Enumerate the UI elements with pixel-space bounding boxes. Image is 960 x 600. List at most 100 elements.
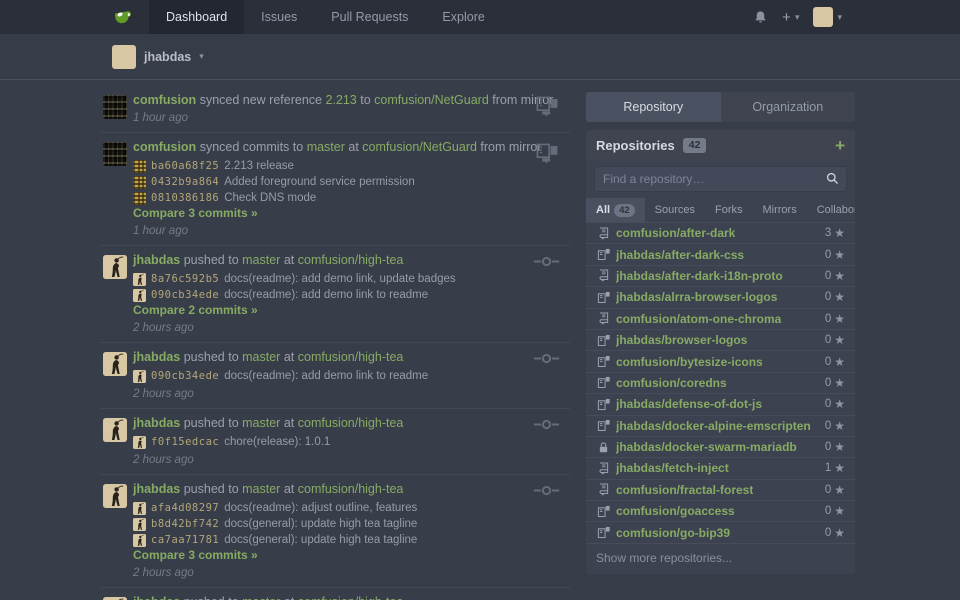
commit-sha-link[interactable]: ca7aa71781 — [151, 534, 219, 546]
fork-icon — [596, 334, 610, 347]
feed-text: at — [284, 253, 294, 267]
repo-star-count[interactable]: 0★ — [825, 312, 845, 326]
repo-star-count[interactable]: 0★ — [825, 504, 845, 518]
actor-link[interactable]: jhabdas — [133, 482, 180, 496]
actor-avatar[interactable] — [103, 484, 127, 508]
ref-link[interactable]: master — [242, 253, 280, 267]
repo-name: comfusion/go-bip39 — [616, 526, 730, 540]
repo-star-count[interactable]: 0★ — [825, 526, 845, 540]
repo-star-count[interactable]: 0★ — [825, 419, 845, 433]
actor-avatar[interactable] — [103, 142, 127, 166]
filter-forks[interactable]: Forks — [705, 198, 753, 222]
repo-row[interactable]: comfusion/goaccess0★ — [586, 500, 855, 521]
star-count: 0 — [825, 377, 831, 389]
repo-row[interactable]: jhabdas/after-dark-css0★ — [586, 243, 855, 264]
actor-avatar[interactable] — [103, 95, 127, 119]
commit-sha-link[interactable]: afa4d08297 — [151, 502, 219, 514]
repo-row[interactable]: comfusion/fractal-forest0★ — [586, 479, 855, 500]
commit-sha-link[interactable]: 0432b9a864 — [151, 176, 219, 188]
actor-link[interactable]: comfusion — [133, 93, 196, 107]
create-new-dropdown[interactable]: + ▾ — [782, 10, 799, 25]
filter-all[interactable]: All42 — [586, 198, 645, 222]
repo-star-count[interactable]: 0★ — [825, 440, 845, 454]
filter-sources[interactable]: Sources — [645, 198, 705, 222]
ref-link[interactable]: master — [242, 350, 280, 364]
repo-star-count[interactable]: 0★ — [825, 355, 845, 369]
ref-link[interactable]: comfusion/high-tea — [298, 416, 404, 430]
repo-row[interactable]: comfusion/atom-one-chroma0★ — [586, 308, 855, 329]
repo-star-count[interactable]: 0★ — [825, 376, 845, 390]
repo-row[interactable]: jhabdas/browser-logos0★ — [586, 329, 855, 350]
filter-collaborative[interactable]: Collaborative — [807, 198, 855, 222]
commit-sha-link[interactable]: ba60a68f25 — [151, 160, 219, 172]
add-repository-button[interactable]: + — [835, 137, 845, 154]
repo-star-count[interactable]: 0★ — [825, 483, 845, 497]
commit-sha-link[interactable]: f0f15edcac — [151, 436, 219, 448]
actor-avatar[interactable] — [103, 418, 127, 442]
repo-icon — [596, 269, 610, 282]
ref-link[interactable]: master — [242, 482, 280, 496]
tab-repository[interactable]: Repository — [586, 92, 721, 122]
context-switcher[interactable]: jhabdas ▾ — [112, 45, 204, 69]
actor-link[interactable]: jhabdas — [133, 595, 180, 600]
filter-count-badge: 42 — [614, 204, 635, 217]
repo-star-count[interactable]: 3★ — [825, 226, 845, 240]
ref-link[interactable]: 2.213 — [325, 93, 356, 107]
compare-commits-link[interactable]: Compare 3 commits » — [133, 206, 258, 221]
repo-row[interactable]: jhabdas/alrra-browser-logos0★ — [586, 286, 855, 307]
repo-row[interactable]: jhabdas/after-dark-i18n-proto0★ — [586, 265, 855, 286]
repo-row[interactable]: comfusion/go-bip39 0★ — [586, 521, 855, 542]
commit-sha-link[interactable]: 090cb34ede — [151, 289, 219, 301]
commit-sha-link[interactable]: b8d42bf742 — [151, 518, 219, 530]
repo-search-input[interactable] — [594, 166, 847, 192]
compare-commits-link[interactable]: Compare 2 commits » — [133, 303, 258, 318]
repo-row[interactable]: comfusion/coredns0★ — [586, 372, 855, 393]
actor-link[interactable]: jhabdas — [133, 350, 180, 364]
ref-link[interactable]: comfusion/high-tea — [298, 595, 404, 600]
ref-link[interactable]: comfusion/high-tea — [298, 253, 404, 267]
ref-link[interactable]: master — [307, 140, 345, 154]
show-more-repositories-link[interactable]: Show more repositories... — [586, 543, 855, 574]
commit-sha-link[interactable]: 0810386186 — [151, 192, 219, 204]
user-menu-dropdown[interactable]: ▾ — [813, 7, 842, 27]
actor-avatar[interactable] — [103, 255, 127, 279]
ref-link[interactable]: comfusion/high-tea — [298, 350, 404, 364]
repo-star-count[interactable]: 0★ — [825, 290, 845, 304]
commit-avatar — [133, 502, 146, 515]
repo-star-count[interactable]: 0★ — [825, 248, 845, 262]
repo-star-count[interactable]: 0★ — [825, 333, 845, 347]
repo-star-count[interactable]: 1★ — [825, 461, 845, 475]
actor-link[interactable]: comfusion — [133, 140, 196, 154]
ref-link[interactable]: master — [242, 416, 280, 430]
nav-item-pull-requests[interactable]: Pull Requests — [314, 0, 425, 34]
filter-mirrors[interactable]: Mirrors — [753, 198, 807, 222]
user-avatar — [813, 7, 833, 27]
compare-commits-link[interactable]: Compare 3 commits » — [133, 548, 258, 563]
nav-item-issues[interactable]: Issues — [244, 0, 314, 34]
repo-row[interactable]: jhabdas/docker-alpine-emscripten0★ — [586, 415, 855, 436]
commit-sha-link[interactable]: 8a76c592b5 — [151, 273, 219, 285]
ref-link[interactable]: comfusion/NetGuard — [374, 93, 489, 107]
repo-row[interactable]: comfusion/after-dark3★ — [586, 222, 855, 243]
repo-row[interactable]: comfusion/bytesize-icons0★ — [586, 350, 855, 371]
actor-link[interactable]: jhabdas — [133, 416, 180, 430]
commit-row: 090cb34ededocs(readme): add demo link to… — [133, 368, 570, 384]
commit-list: ba60a68f252.213 release0432b9a864Added f… — [133, 158, 570, 221]
repo-star-count[interactable]: 0★ — [825, 269, 845, 283]
actor-avatar[interactable] — [103, 352, 127, 376]
actor-link[interactable]: jhabdas — [133, 253, 180, 267]
ref-link[interactable]: master — [242, 595, 280, 600]
ref-link[interactable]: comfusion/high-tea — [298, 482, 404, 496]
repo-star-count[interactable]: 0★ — [825, 397, 845, 411]
notifications-bell-icon[interactable] — [753, 10, 768, 25]
repo-row[interactable]: jhabdas/defense-of-dot-js0★ — [586, 393, 855, 414]
ref-link[interactable]: comfusion/NetGuard — [362, 140, 477, 154]
right-panel: RepositoryOrganization Repositories 42 +… — [586, 80, 855, 574]
repo-row[interactable]: jhabdas/fetch-inject1★ — [586, 457, 855, 478]
gitea-logo[interactable] — [112, 0, 133, 34]
nav-item-dashboard[interactable]: Dashboard — [149, 0, 244, 34]
nav-item-explore[interactable]: Explore — [425, 0, 501, 34]
tab-organization[interactable]: Organization — [721, 92, 856, 122]
repo-row[interactable]: jhabdas/docker-swarm-mariadb0★ — [586, 436, 855, 457]
commit-sha-link[interactable]: 090cb34ede — [151, 370, 219, 382]
